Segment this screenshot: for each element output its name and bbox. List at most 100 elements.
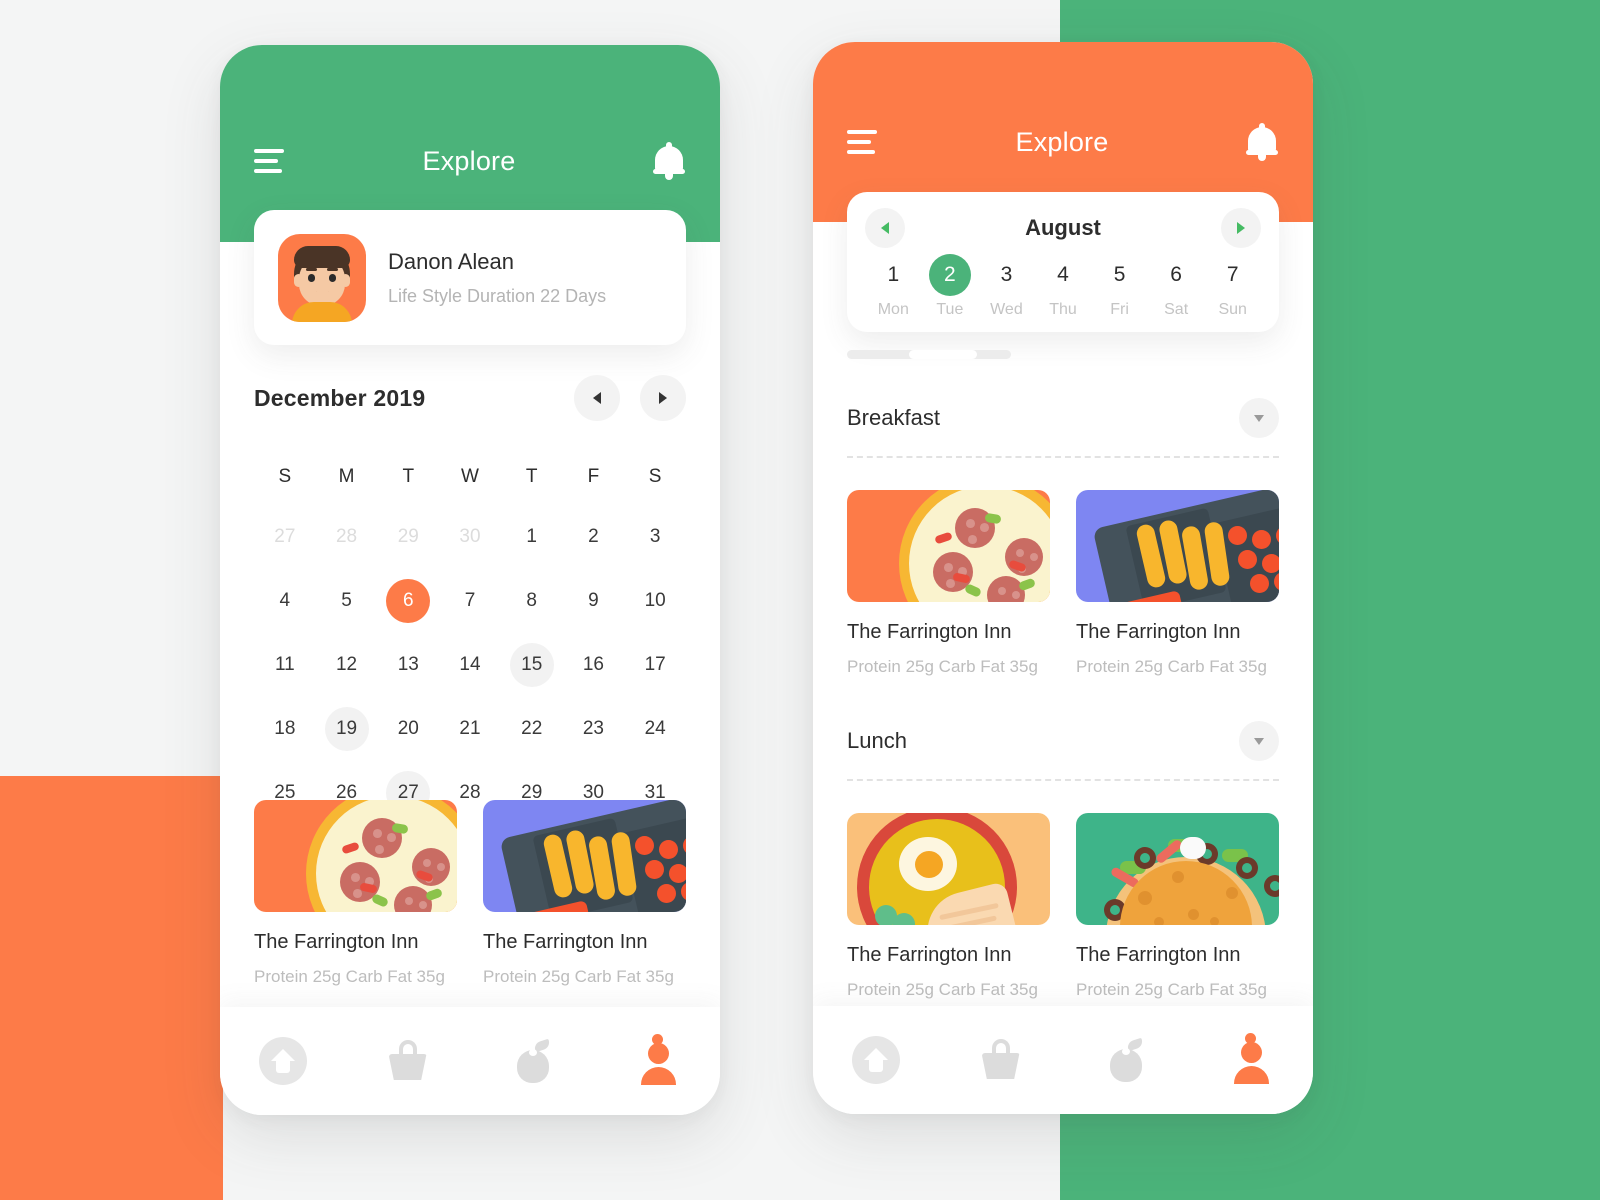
food-image-pizza [847,490,1050,602]
nav-item-apple[interactable] [1063,1037,1188,1083]
chevron-down-icon[interactable] [1239,721,1279,761]
user-icon [636,1038,680,1085]
food-card[interactable]: The Farrington Inn Protein 25g Carb Fat 3… [1076,490,1279,677]
nav-item-user[interactable] [1188,1033,1313,1084]
weekday-label: F [587,466,600,487]
calendar-header: December 2019 [254,375,686,421]
bottom-navigation [220,1007,720,1115]
meal-section: Lunch The Farrington Inn Protein 25g Carb … [847,715,1279,1000]
week-day-number: 6 [1170,263,1182,286]
week-day-item[interactable]: 6 Sat [1148,254,1205,319]
week-day-number: 4 [1057,263,1069,286]
weekday-label: T [402,466,415,487]
food-card[interactable]: The Farrington Inn Protein 25g Carb Fat 3… [847,813,1050,1000]
calendar-day-cell[interactable]: 24 [624,702,686,756]
nav-item-apple[interactable] [470,1038,595,1084]
week-day-item[interactable]: 1 Mon [865,254,922,319]
bell-icon[interactable] [652,142,686,180]
bell-icon[interactable] [1245,123,1279,161]
scroll-indicator[interactable] [847,350,1011,359]
week-day-number: 7 [1226,263,1239,286]
calendar-day-cell[interactable]: 4 [254,574,316,628]
food-image-ramen-bowl [847,813,1050,925]
calendar-day-cell[interactable]: 5 [316,574,378,628]
chevron-right-icon[interactable] [640,375,686,421]
nav-item-basket[interactable] [938,1039,1063,1081]
calendar-day-cell[interactable]: 7 [439,574,501,628]
calendar-day-cell[interactable]: 22 [501,702,563,756]
food-nutrition: Protein 25g Carb Fat 35g [847,657,1038,676]
apple-icon [1104,1037,1148,1083]
weekday-label: W [461,466,479,487]
calendar-day-cell[interactable]: 20 [377,702,439,756]
week-day-item[interactable]: 5 Fri [1091,254,1148,319]
food-card-list: The Farrington Inn Protein 25g Carb Fat 3… [847,813,1279,1000]
chevron-left-icon[interactable] [865,208,905,248]
calendar-day-cell[interactable]: 6 [377,574,439,628]
calendar-day-cell[interactable]: 13 [377,638,439,692]
calendar-day-cell[interactable]: 12 [316,638,378,692]
calendar-day-cell[interactable]: 27 [254,510,316,564]
calendar-day-cell[interactable]: 9 [563,574,625,628]
calendar-day-cell[interactable]: 18 [254,702,316,756]
bottom-navigation [813,1006,1313,1114]
week-day-item[interactable]: 3 Wed [978,254,1035,319]
nav-item-home[interactable] [220,1037,345,1085]
food-nutrition: Protein 25g Carb Fat 35g [1076,657,1267,676]
meal-section-header[interactable]: Lunch [847,715,1279,761]
calendar-day-cell[interactable]: 29 [377,510,439,564]
calendar-day-cell[interactable]: 11 [254,638,316,692]
nav-item-user[interactable] [595,1034,720,1085]
food-card[interactable]: The Farrington Inn Protein 25g Carb Fat 3… [483,800,686,987]
food-name: The Farrington Inn [483,931,648,953]
chevron-left-icon[interactable] [574,375,620,421]
hamburger-icon[interactable] [847,130,879,154]
calendar-day-cell[interactable]: 17 [624,638,686,692]
week-day-item[interactable]: 4 Thu [1035,254,1092,319]
week-day-item[interactable]: 2 Tue [922,254,979,319]
calendar-day-cell[interactable]: 8 [501,574,563,628]
calendar-day-cell[interactable]: 28 [316,510,378,564]
food-card[interactable]: The Farrington Inn Protein 25g Carb Fat 3… [847,490,1050,677]
profile-card[interactable]: Danon Alean Life Style Duration 22 Days [254,210,686,345]
profile-subtitle: Life Style Duration 22 Days [388,285,607,306]
week-day-item[interactable]: 7 Sun [1204,254,1261,319]
food-card[interactable]: The Farrington Inn Protein 25g Carb Fat 3… [254,800,457,987]
calendar-day-cell[interactable]: 15 [501,638,563,692]
weekday-label: T [525,466,538,487]
meal-section: Breakfast The Farrington Inn Protein 25g C… [847,392,1279,677]
nav-item-basket[interactable] [345,1040,470,1082]
week-strip-card: August 1 Mon 2 Tue 3 Wed 4 Thu 5 Fri 6 Sat 7 Sun [847,192,1279,332]
calendar-day-cell[interactable]: 23 [563,702,625,756]
calendar-day-cell[interactable]: 10 [624,574,686,628]
background-block-light [0,0,223,776]
basket-icon [978,1039,1024,1081]
section-divider [847,779,1279,781]
meal-title: Lunch [847,728,907,753]
meal-section-header[interactable]: Breakfast [847,392,1279,438]
hamburger-icon[interactable] [254,149,286,173]
calendar-day-cell[interactable]: 3 [624,510,686,564]
calendar-day-cell[interactable]: 1 [501,510,563,564]
chevron-right-icon[interactable] [1220,208,1261,248]
chevron-down-icon[interactable] [1239,398,1279,438]
nav-item-home[interactable] [813,1036,938,1084]
basket-icon [385,1040,431,1082]
calendar-day-cell[interactable]: 30 [439,510,501,564]
food-card[interactable]: The Farrington Inn Protein 25g Carb Fat 3… [1076,813,1279,1000]
calendar-day-cell[interactable]: 14 [439,638,501,692]
calendar-day-cell[interactable]: 16 [563,638,625,692]
week-day-label: Thu [1049,301,1077,318]
week-day-list: 1 Mon 2 Tue 3 Wed 4 Thu 5 Fri 6 Sat 7 Sun [865,254,1261,319]
home-icon [258,1037,307,1085]
weekday-header-row: SMTWTFS [254,466,686,488]
calendar-day-cell[interactable]: 2 [563,510,625,564]
food-image-pizza [254,800,457,912]
calendar-day-cell[interactable]: 19 [316,702,378,756]
food-name: The Farrington Inn [1076,944,1241,966]
calendar-day-cell[interactable]: 21 [439,702,501,756]
boy-avatar [278,233,366,322]
user-icon [1229,1037,1273,1084]
food-image-bento-box [483,800,686,912]
background-block-orange [0,776,223,1200]
